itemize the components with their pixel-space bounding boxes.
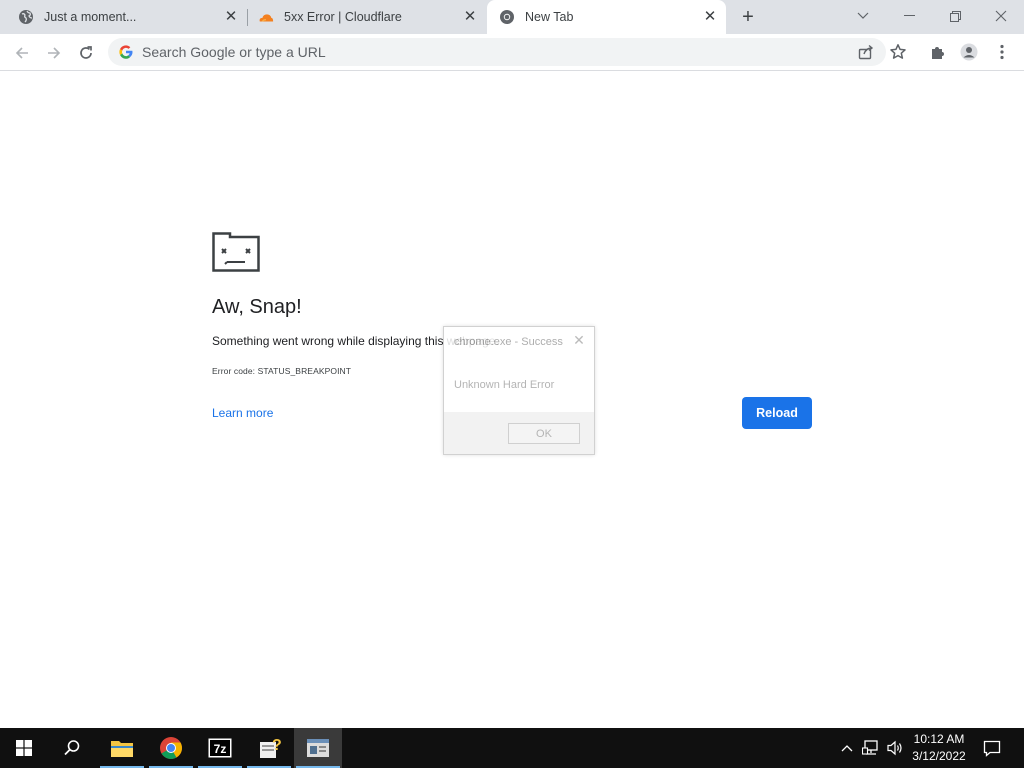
- network-icon[interactable]: [861, 738, 881, 758]
- error-code: Error code: STATUS_BREAKPOINT: [212, 366, 352, 376]
- back-button[interactable]: [9, 40, 35, 66]
- clock-time: 10:12 AM: [913, 732, 965, 746]
- tab-just-a-moment[interactable]: Just a moment... ✕: [0, 0, 247, 34]
- dialog-ok-button[interactable]: OK: [508, 423, 580, 444]
- bookmark-star-icon[interactable]: [889, 43, 907, 61]
- taskbar: 7z ? 10:12 AM 3/12/2022: [0, 728, 1024, 768]
- clock-date: 3/12/2022: [912, 749, 966, 763]
- tab-title: Just a moment...: [44, 10, 137, 24]
- forward-button[interactable]: [41, 40, 67, 66]
- taskbar-chrome[interactable]: [147, 728, 195, 768]
- refresh-button[interactable]: [73, 40, 99, 66]
- new-tab-button[interactable]: +: [737, 7, 759, 27]
- sad-tab-icon: [212, 232, 260, 272]
- file-explorer-icon: [111, 741, 133, 757]
- tab-cloudflare-error[interactable]: 5xx Error | Cloudflare ✕: [248, 0, 486, 34]
- volume-icon[interactable]: [885, 738, 905, 758]
- profile-avatar-icon[interactable]: [960, 43, 978, 61]
- extensions-puzzle-icon[interactable]: [929, 43, 947, 61]
- action-center-icon[interactable]: [982, 738, 1002, 758]
- cloudflare-icon: [258, 9, 274, 25]
- learn-more-link[interactable]: Learn more: [212, 406, 273, 420]
- globe-icon: [18, 9, 34, 25]
- taskbar-7zip[interactable]: 7z: [196, 728, 244, 768]
- error-dialog-app-icon: [307, 739, 329, 757]
- error-dialog: chrome.exe - Success ✕ Unknown Hard Erro…: [443, 326, 595, 455]
- close-tab-icon[interactable]: ✕: [462, 9, 478, 25]
- error-heading: Aw, Snap!: [212, 296, 302, 318]
- chrome-icon: [160, 737, 182, 759]
- address-bar[interactable]: Search Google or type a URL: [108, 38, 886, 66]
- tab-search-icon[interactable]: [840, 4, 886, 28]
- close-tab-icon[interactable]: ✕: [702, 9, 718, 25]
- reload-button[interactable]: Reload: [742, 397, 812, 429]
- svg-text:?: ?: [272, 737, 281, 754]
- google-icon: [118, 44, 134, 60]
- dialog-title: chrome.exe - Success: [454, 336, 563, 348]
- taskbar-clock[interactable]: 10:12 AM 3/12/2022: [906, 731, 972, 765]
- close-tab-icon[interactable]: ✕: [223, 9, 239, 25]
- tab-title: 5xx Error | Cloudflare: [284, 10, 402, 24]
- back-arrow-icon: [15, 47, 28, 59]
- taskbar-file-explorer[interactable]: [98, 728, 146, 768]
- tab-strip: Just a moment... ✕ 5xx Error | Cloudflar…: [0, 0, 1024, 34]
- refresh-icon: [80, 46, 92, 59]
- tab-title: New Tab: [525, 10, 574, 24]
- minimize-button[interactable]: [886, 4, 932, 28]
- taskbar-help-app[interactable]: ?: [245, 728, 293, 768]
- forward-arrow-icon: [48, 47, 61, 59]
- omnibox-placeholder: Search Google or type a URL: [142, 44, 326, 60]
- show-hidden-icons-chevron-icon[interactable]: [837, 738, 857, 758]
- search-icon: [64, 740, 80, 756]
- menu-kebab-icon[interactable]: [993, 43, 1011, 61]
- dialog-close-icon[interactable]: ✕: [572, 333, 586, 347]
- chrome-icon: [499, 9, 515, 25]
- tab-new-tab[interactable]: New Tab ✕: [487, 0, 726, 34]
- share-icon[interactable]: [858, 44, 874, 60]
- taskbar-search-button[interactable]: [48, 728, 96, 768]
- taskbar-error-dialog-app[interactable]: [294, 728, 342, 768]
- dialog-message: Unknown Hard Error: [454, 379, 555, 391]
- help-app-icon: ?: [260, 737, 281, 758]
- close-window-button[interactable]: [978, 4, 1024, 28]
- browser-toolbar: Search Google or type a URL: [0, 34, 1024, 71]
- restore-button[interactable]: [932, 4, 978, 28]
- start-icon: [16, 740, 32, 756]
- browser-window: Just a moment... ✕ 5xx Error | Cloudflar…: [0, 0, 1024, 768]
- 7zip-icon: 7z: [208, 738, 232, 758]
- svg-text:7z: 7z: [214, 742, 227, 756]
- start-button[interactable]: [0, 728, 48, 768]
